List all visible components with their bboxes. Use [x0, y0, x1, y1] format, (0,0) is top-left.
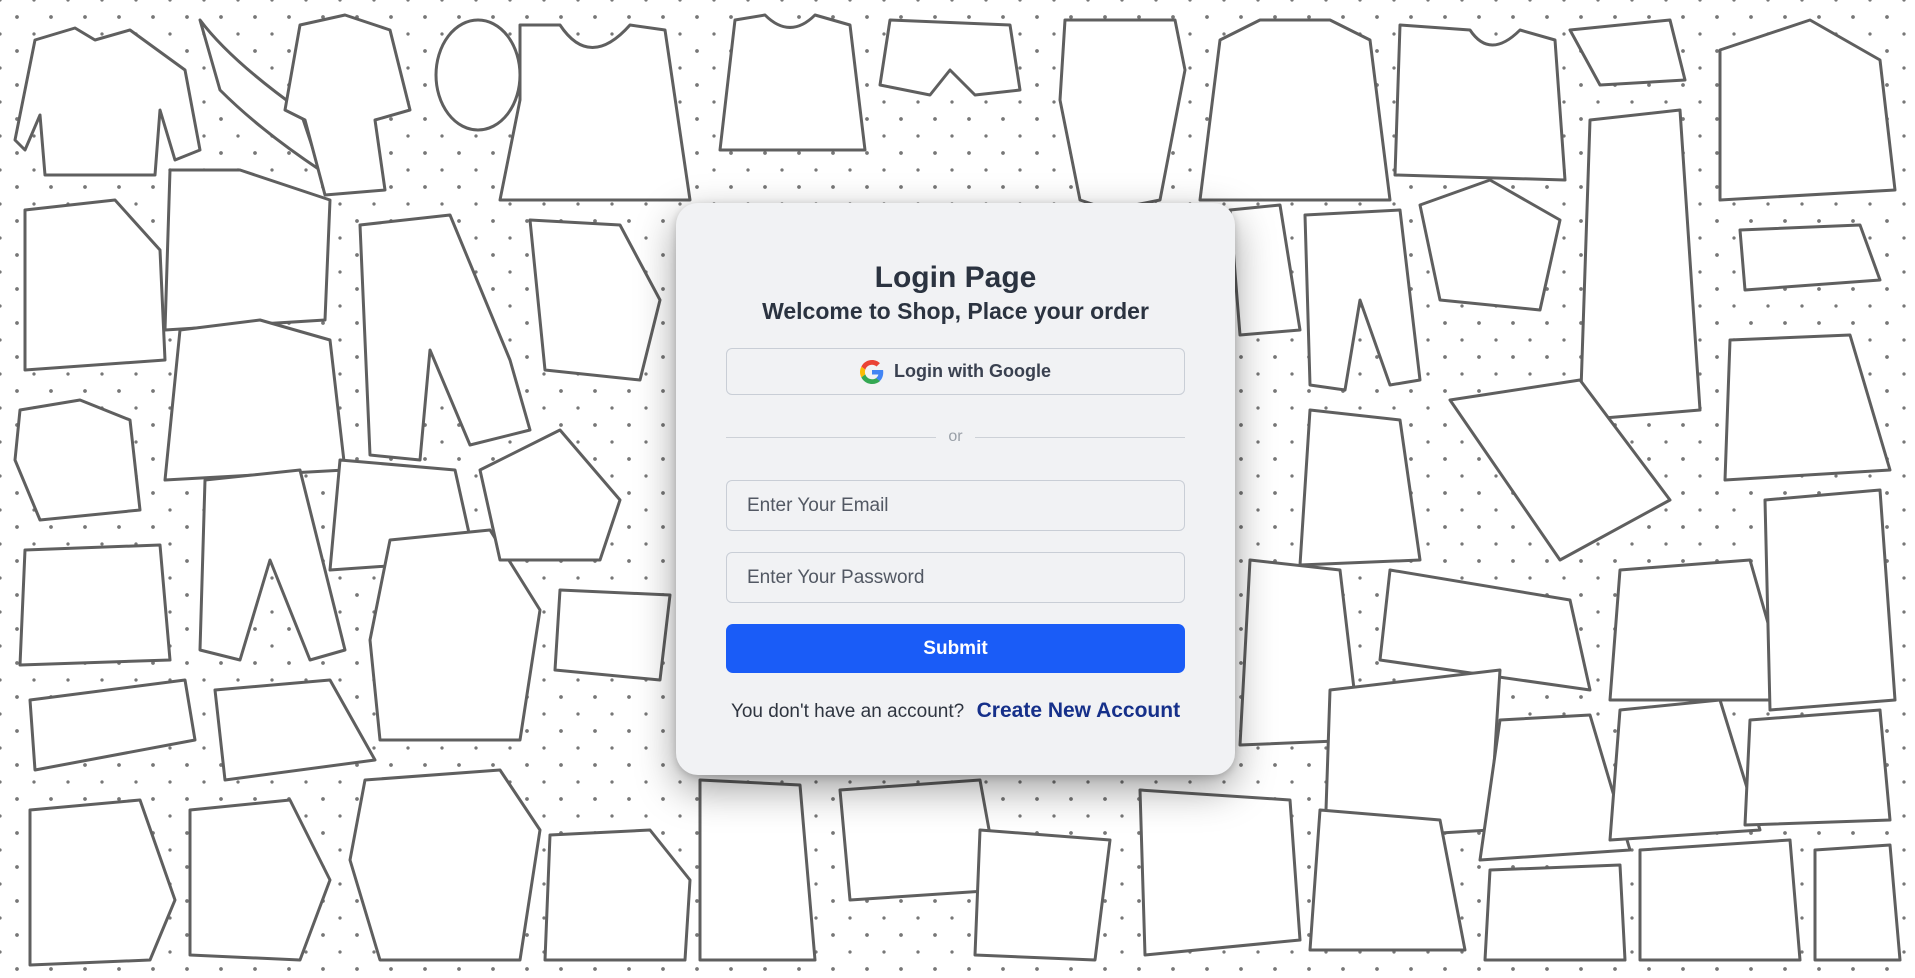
page-title: Login Page — [874, 261, 1037, 294]
email-field[interactable] — [726, 480, 1185, 531]
divider-line-right — [975, 437, 1185, 438]
create-account-link[interactable]: Create New Account — [977, 699, 1180, 722]
login-card: Login Page Welcome to Shop, Place your o… — [676, 203, 1235, 775]
google-button-label: Login with Google — [894, 361, 1051, 381]
google-icon — [860, 359, 884, 384]
submit-button[interactable]: Submit — [726, 624, 1185, 673]
or-divider: or — [726, 427, 1185, 447]
signup-prompt-text: You don't have an account? — [730, 701, 965, 722]
welcome-subtitle: Welcome to Shop, Place your order — [762, 298, 1149, 324]
signup-prompt-row: You don't have an account? Create New Ac… — [676, 698, 1235, 726]
login-with-google-button[interactable]: Login with Google — [726, 348, 1185, 395]
login-page: Login Page Welcome to Shop, Place your o… — [0, 0, 1915, 978]
password-field[interactable] — [726, 552, 1185, 603]
